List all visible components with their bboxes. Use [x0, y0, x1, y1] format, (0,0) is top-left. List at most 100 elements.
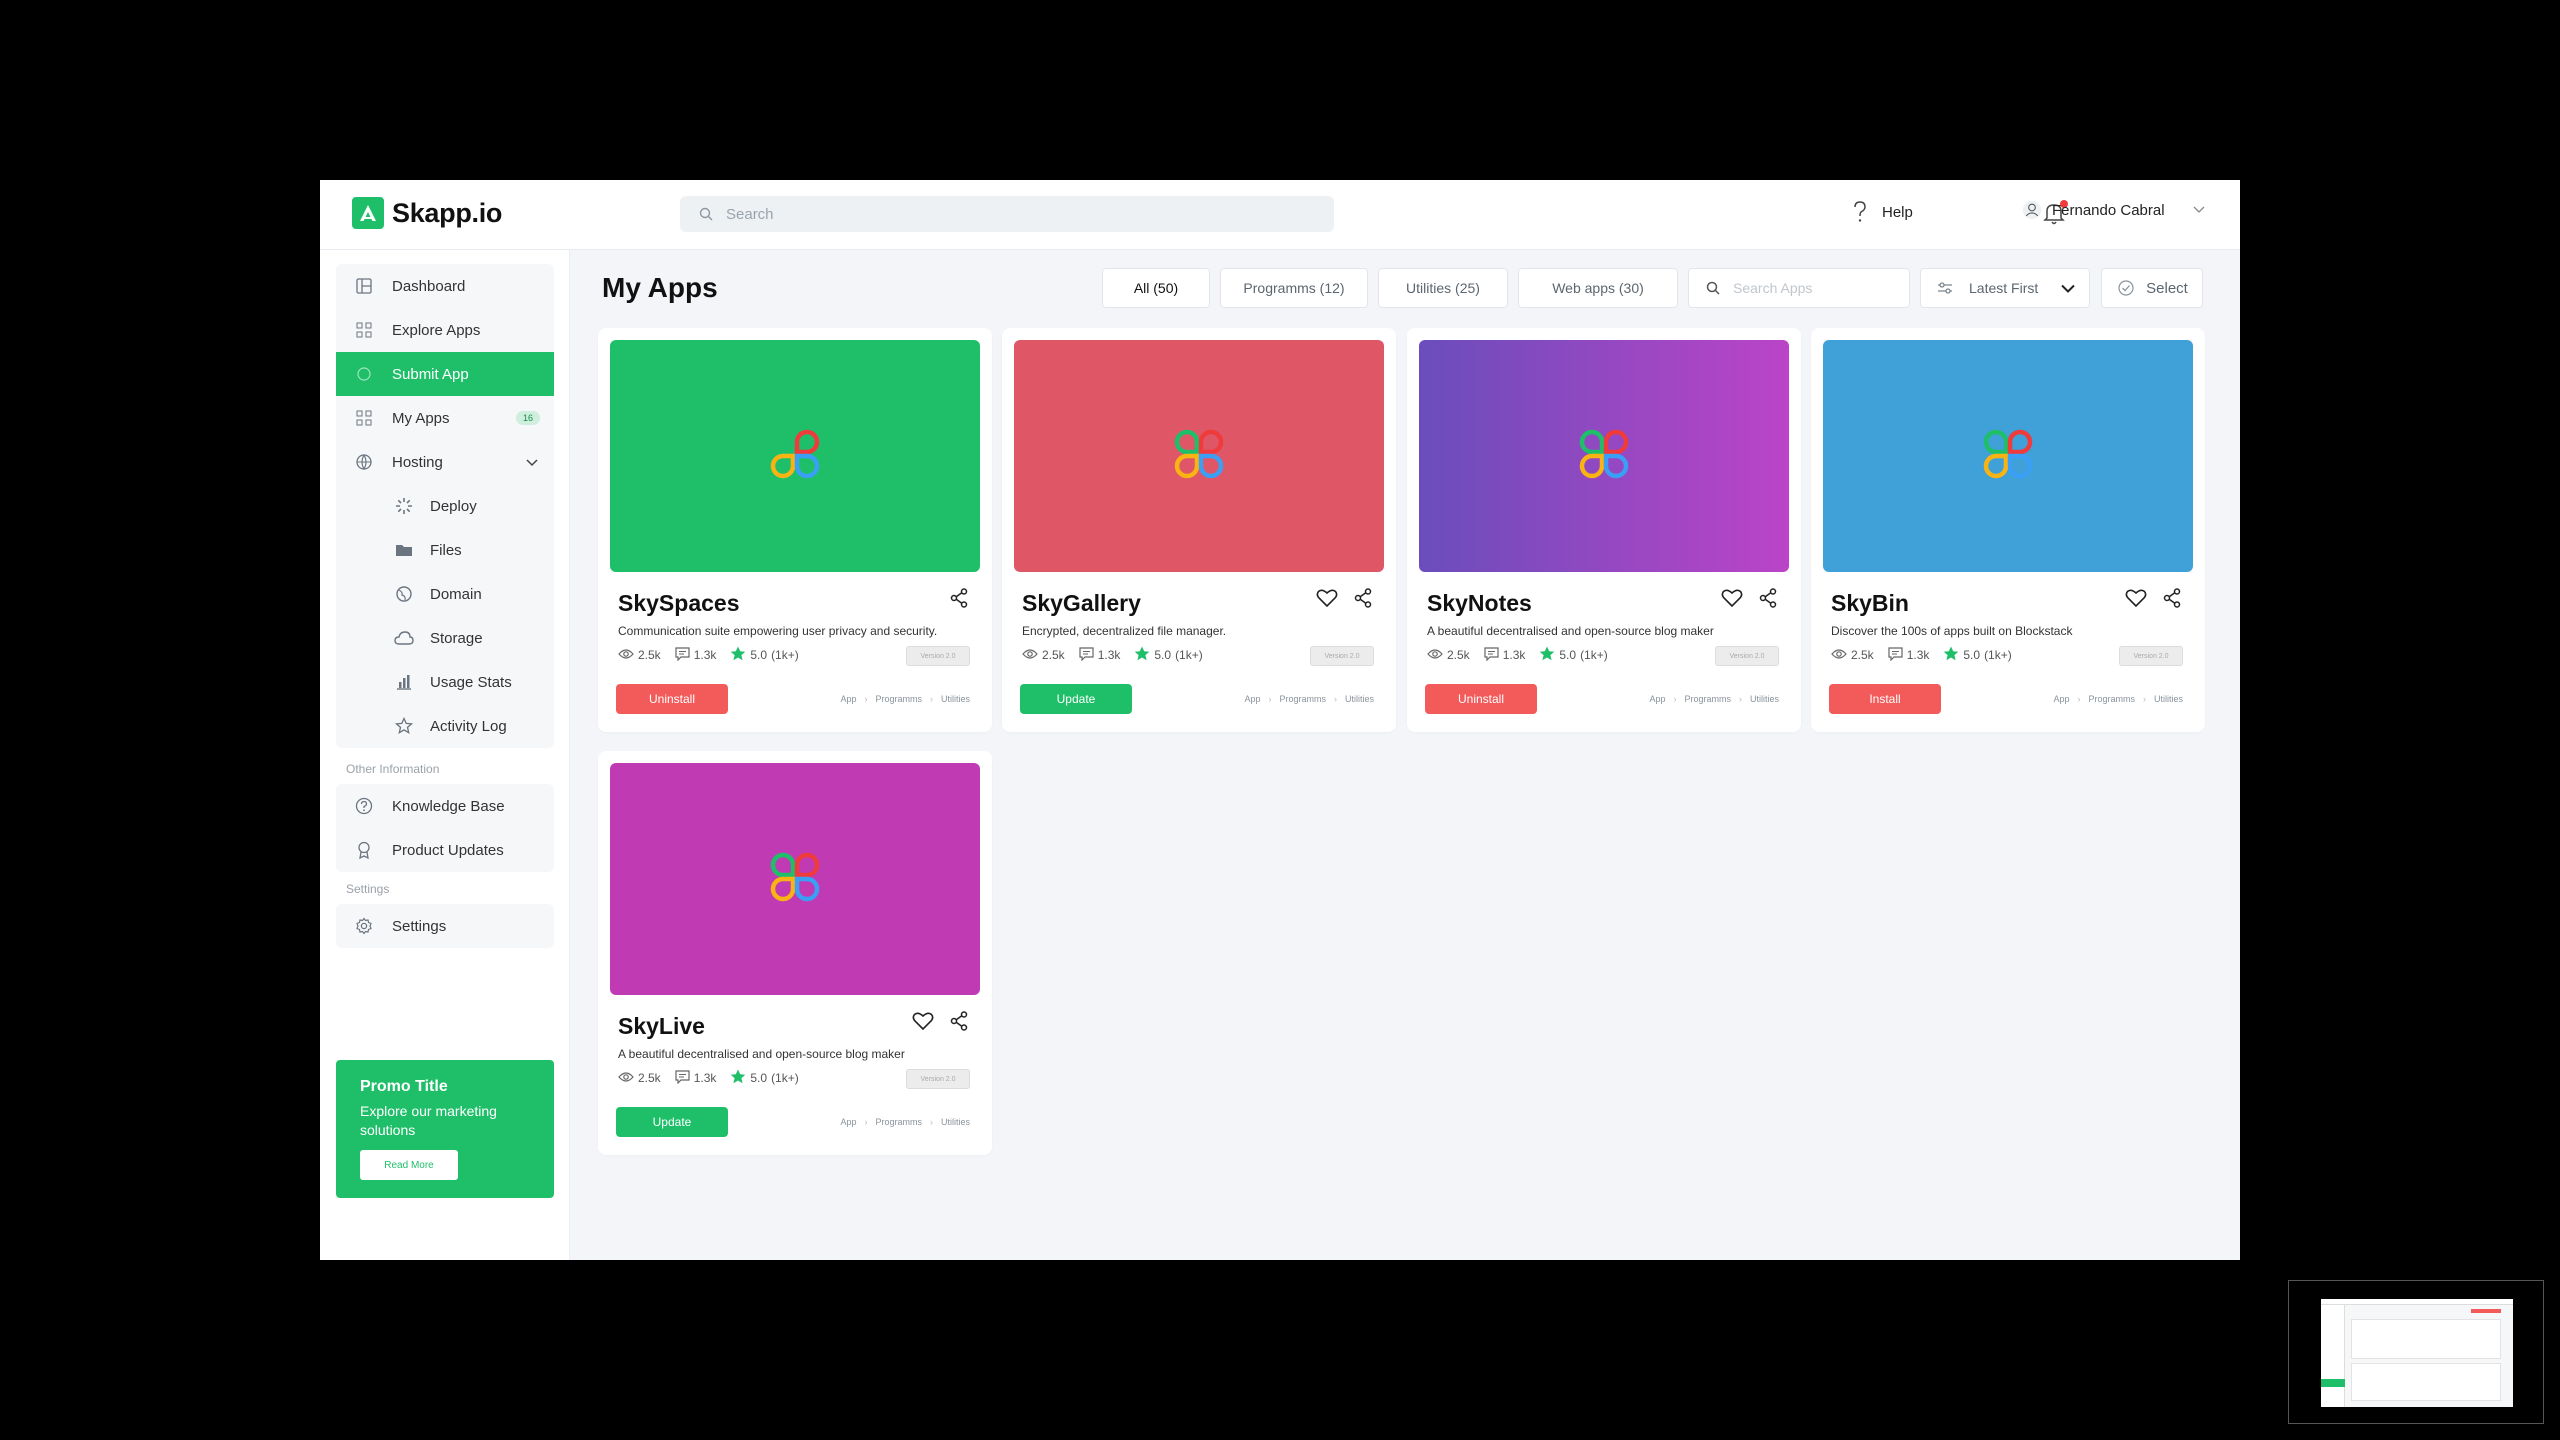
heart-icon[interactable] [1316, 588, 1338, 613]
app-card[interactable]: SkyLive A beautiful decentralised and op… [598, 751, 992, 1155]
star-icon [730, 1069, 746, 1087]
app-banner[interactable] [610, 763, 980, 995]
sidebar-item-domain[interactable]: Domain [336, 572, 554, 616]
app-card[interactable]: SkyNotes A beautiful decentralised and o… [1407, 328, 1801, 732]
comments-count: 1.3k [693, 648, 717, 662]
comment-icon [1888, 646, 1903, 664]
promo-card: Promo Title Explore our marketing soluti… [336, 1060, 554, 1198]
share-icon[interactable] [1759, 588, 1777, 613]
card-actions [1316, 588, 1372, 613]
share-icon[interactable] [950, 588, 968, 613]
heart-icon[interactable] [912, 1011, 934, 1036]
sidebar-item-files[interactable]: Files [336, 528, 554, 572]
sidebar-item-my-apps[interactable]: My Apps 16 [336, 396, 554, 440]
app-card[interactable]: SkyGallery Encrypted, decentralized file… [1002, 328, 1396, 732]
tab-programms[interactable]: Programms (12) [1220, 268, 1368, 308]
sidebar-item-label: Activity Log [430, 717, 507, 735]
brand-logo[interactable]: Skapp.io [352, 197, 502, 229]
comments-count: 1.3k [1502, 648, 1526, 662]
app-tags: App › Programms › Utilities [840, 694, 970, 704]
card-actions [912, 1011, 968, 1036]
tag-link[interactable]: Utilities [1750, 694, 1779, 704]
app-action-button[interactable]: Update [1020, 684, 1132, 714]
global-search-input[interactable] [726, 205, 1286, 223]
app-card[interactable]: SkyBin Discover the 100s of apps built o… [1811, 328, 2205, 732]
heart-icon[interactable] [2125, 588, 2147, 613]
app-action-button[interactable]: Uninstall [616, 684, 728, 714]
read-more-button[interactable]: Read More [360, 1150, 458, 1180]
app-name[interactable]: SkyBin [1831, 590, 1909, 617]
tag-link[interactable]: Programms [875, 1117, 922, 1127]
app-action-button[interactable]: Uninstall [1425, 684, 1537, 714]
app-action-button[interactable]: Update [616, 1107, 728, 1137]
tag-link[interactable]: Programms [2088, 694, 2135, 704]
sidebar-item-dashboard[interactable]: Dashboard [336, 264, 554, 308]
tag-link[interactable]: App [1649, 694, 1665, 704]
app-name[interactable]: SkyLive [618, 1013, 705, 1040]
app-description: A beautiful decentralised and open-sourc… [618, 1047, 905, 1061]
sidebar-item-explore-apps[interactable]: Explore Apps [336, 308, 554, 352]
heart-icon[interactable] [1721, 588, 1743, 613]
version-badge: Version 2.0 [1715, 646, 1779, 666]
help-link[interactable]: Help [1850, 201, 1913, 222]
tag-link[interactable]: Utilities [2154, 694, 2183, 704]
tag-link[interactable]: Utilities [1345, 694, 1374, 704]
app-card[interactable]: SkySpaces Communication suite empowering… [598, 328, 992, 732]
app-tags: App › Programms › Utilities [840, 1117, 970, 1127]
sidebar-item-knowledge-base[interactable]: Knowledge Base [336, 784, 554, 828]
sidebar-item-submit-app[interactable]: Submit App [336, 352, 554, 396]
app-logo-icon [1983, 429, 2033, 484]
apps-search[interactable] [1688, 268, 1910, 308]
comments-count: 1.3k [693, 1071, 717, 1085]
select-button[interactable]: Select [2101, 268, 2203, 308]
tag-link[interactable]: Programms [1684, 694, 1731, 704]
app-name[interactable]: SkyGallery [1022, 590, 1141, 617]
tag-link[interactable]: App [1244, 694, 1260, 704]
rating-value: 5.0 [1559, 648, 1577, 662]
share-icon[interactable] [1354, 588, 1372, 613]
app-banner[interactable] [1014, 340, 1384, 572]
sidebar-item-hosting[interactable]: Hosting [336, 440, 554, 484]
settings-heading: Settings [346, 882, 390, 896]
settings-nav: Settings [336, 904, 554, 948]
app-stats: 2.5k 1.3k 5.0 (1k+) [618, 646, 799, 664]
sidebar-item-product-updates[interactable]: Product Updates [336, 828, 554, 872]
sidebar-item-usage-stats[interactable]: Usage Stats [336, 660, 554, 704]
comments-stat: 1.3k [1079, 646, 1120, 664]
tag-link[interactable]: App [2053, 694, 2069, 704]
app-name[interactable]: SkyNotes [1427, 590, 1532, 617]
tag-link[interactable]: App [840, 694, 856, 704]
share-icon[interactable] [2163, 588, 2181, 613]
app-banner[interactable] [610, 340, 980, 572]
review-count: (1k+) [771, 1071, 799, 1085]
app-banner[interactable] [1823, 340, 2193, 572]
app-tags: App › Programms › Utilities [1649, 694, 1779, 704]
tab-all[interactable]: All (50) [1102, 268, 1210, 308]
comments-stat: 1.3k [1888, 646, 1929, 664]
folder-icon [394, 540, 414, 560]
sidebar-item-activity-log[interactable]: Activity Log [336, 704, 554, 748]
app-banner[interactable] [1419, 340, 1789, 572]
app-action-button[interactable]: Install [1829, 684, 1941, 714]
sidebar-item-settings[interactable]: Settings [336, 904, 554, 948]
sidebar-item-deploy[interactable]: Deploy [336, 484, 554, 528]
submit-icon [354, 364, 374, 384]
tab-web-apps[interactable]: Web apps (30) [1518, 268, 1678, 308]
user-menu[interactable]: Fernando Cabral [2022, 200, 2209, 220]
tag-link[interactable]: Programms [875, 694, 922, 704]
minimap-thumbnail[interactable] [2288, 1280, 2544, 1424]
app-name[interactable]: SkySpaces [618, 590, 739, 617]
sort-dropdown[interactable]: Latest First [1920, 268, 2090, 308]
share-icon[interactable] [950, 1011, 968, 1036]
tag-link[interactable]: App [840, 1117, 856, 1127]
tag-link[interactable]: Programms [1279, 694, 1326, 704]
sidebar-item-storage[interactable]: Storage [336, 616, 554, 660]
tag-link[interactable]: Utilities [941, 694, 970, 704]
tag-link[interactable]: Utilities [941, 1117, 970, 1127]
bar-chart-icon [394, 672, 414, 692]
global-search[interactable] [680, 196, 1334, 232]
review-count: (1k+) [1984, 648, 2012, 662]
tab-utilities[interactable]: Utilities (25) [1378, 268, 1508, 308]
user-icon [2022, 200, 2042, 220]
apps-search-input[interactable] [1733, 280, 1893, 296]
